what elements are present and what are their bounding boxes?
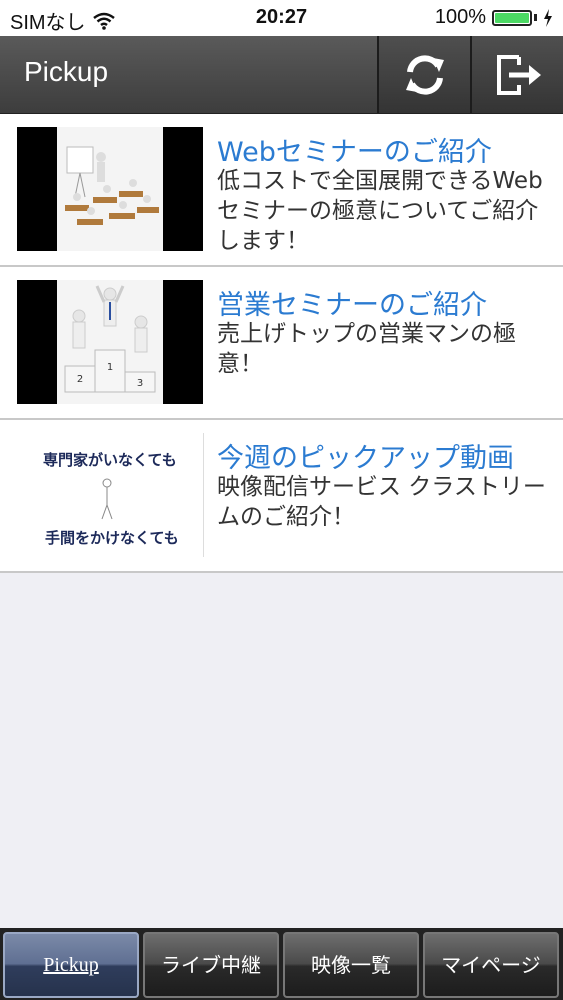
- svg-text:2: 2: [77, 374, 83, 385]
- tab-live[interactable]: ライブ中継: [143, 932, 279, 998]
- svg-text:3: 3: [137, 378, 143, 389]
- charging-icon: [544, 8, 552, 27]
- list-item[interactable]: Webセミナーのご紹介 低コストで全国展開できるWebセミナーの極意についてご紹…: [0, 114, 563, 267]
- page-title: Pickup: [24, 56, 109, 87]
- svg-text:1: 1: [107, 362, 113, 373]
- list-item[interactable]: 1 2 3 営業セミナーのご紹介 売上げトップの営業マンの極意！: [0, 267, 563, 420]
- list-item[interactable]: 専門家がいなくても 手間をかけなくても 今週のピックアップ動画 映像配信サービス…: [0, 420, 563, 573]
- tab-pickup[interactable]: Pickup: [3, 932, 139, 998]
- logout-button[interactable]: [470, 36, 563, 113]
- thumbnail-text-bottom: 手間をかけなくても: [45, 529, 179, 547]
- item-description: 売上げトップの営業マンの極意！: [217, 321, 516, 377]
- thumbnail-image: 1 2 3: [17, 280, 203, 404]
- item-title: 営業セミナーのご紹介: [217, 290, 487, 321]
- nav-header: Pickup: [0, 36, 563, 114]
- podium-illustration: 1 2 3: [57, 280, 163, 404]
- seminar-illustration: [57, 127, 163, 251]
- seminar-figures-icon: [65, 146, 159, 225]
- item-title: Webセミナーのご紹介: [217, 137, 492, 168]
- sketch-figure-icon: [101, 478, 113, 520]
- thumbnail-text-top: 専門家がいなくても: [43, 451, 177, 469]
- thumbnail-image: 専門家がいなくても 手間をかけなくても: [17, 433, 204, 557]
- battery-tip: [534, 14, 537, 21]
- status-right: 100%: [435, 6, 553, 29]
- item-title: 今週のピックアップ動画: [217, 443, 514, 474]
- battery-percent: 100%: [434, 6, 486, 28]
- refresh-button[interactable]: [377, 36, 471, 113]
- logout-icon: [496, 54, 541, 95]
- podium-icon: 1 2 3: [64, 285, 156, 393]
- item-description: 低コストで全国展開できるWebセミナーの極意についてご紹介します！: [217, 168, 543, 254]
- battery-fill: [495, 12, 529, 23]
- status-bar: SIMなし 20:27 100%: [0, 0, 563, 36]
- battery-icon: [492, 9, 532, 26]
- refresh-icon: [406, 54, 444, 95]
- pickup-list: Webセミナーのご紹介 低コストで全国展開できるWebセミナーの極意についてご紹…: [0, 114, 563, 573]
- tab-mypage[interactable]: マイページ: [423, 932, 559, 998]
- tab-bar: Pickup ライブ中継 映像一覧 マイページ: [0, 928, 563, 1000]
- tab-video-list[interactable]: 映像一覧: [283, 932, 419, 998]
- item-description: 映像配信サービス クラストリームのご紹介！: [217, 474, 546, 530]
- thumbnail-image: [17, 127, 203, 251]
